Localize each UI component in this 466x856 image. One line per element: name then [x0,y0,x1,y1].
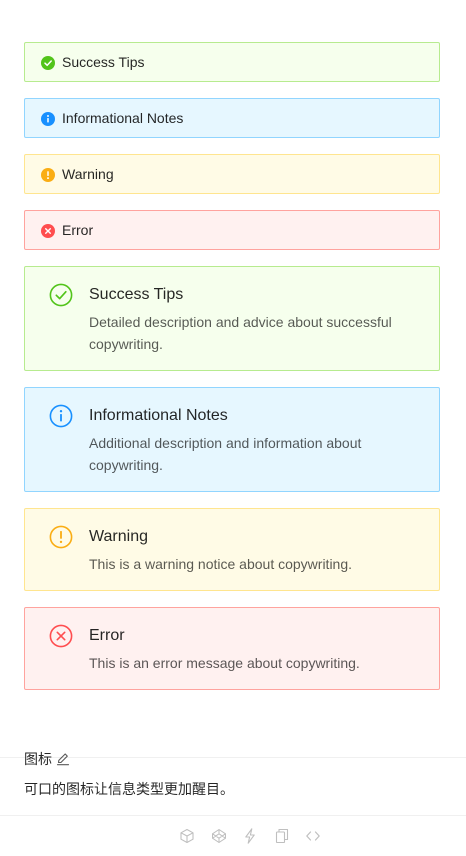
code-icon[interactable] [304,827,322,845]
exclamation-circle-filled-icon [41,168,55,182]
alert-message: Warning [62,166,114,182]
alert-message: Error [89,627,125,644]
alert-description: Additional description and information a… [89,435,362,473]
check-circle-filled-icon [41,56,55,70]
copy-icon[interactable] [273,827,291,845]
alert-message: Informational Notes [62,110,184,126]
close-circle-filled-icon [41,224,55,238]
edit-icon[interactable] [56,752,70,766]
actions-divider [0,815,466,816]
alert-success-with-description: Success Tips Detailed description and ad… [24,266,440,371]
alert-warning-with-description: Warning This is a warning notice about c… [24,508,440,591]
alert-message: Informational Notes [89,407,228,424]
check-circle-outline-icon [49,283,73,307]
close-circle-outline-icon [49,624,73,648]
alert-warning: Warning [24,154,440,194]
code-box-actions [0,827,466,845]
alert-description: This is a warning notice about copywriti… [89,556,353,572]
alert-error-with-description: Error This is an error message about cop… [24,607,440,690]
alert-info: Informational Notes [24,98,440,138]
alert-message: Warning [89,528,148,545]
thunderbolt-icon[interactable] [241,827,259,845]
alert-description: This is an error message about copywriti… [89,655,360,671]
info-circle-filled-icon [41,112,55,126]
codesandbox-icon[interactable] [178,827,196,845]
alert-message: Error [62,222,94,238]
demo-description: 可口的图标让信息类型更加醒目。 [24,781,234,797]
info-circle-outline-icon [49,404,73,428]
alert-message: Success Tips [89,286,184,303]
alert-info-with-description: Informational Notes Additional descripti… [24,387,440,492]
alert-description: Detailed description and advice about su… [89,314,392,352]
codepen-icon[interactable] [210,827,228,845]
alert-success: Success Tips [24,42,440,82]
demo-title: 图标 [24,751,52,767]
exclamation-circle-outline-icon [49,525,73,549]
alert-message: Success Tips [62,54,145,70]
alert-error: Error [24,210,440,250]
